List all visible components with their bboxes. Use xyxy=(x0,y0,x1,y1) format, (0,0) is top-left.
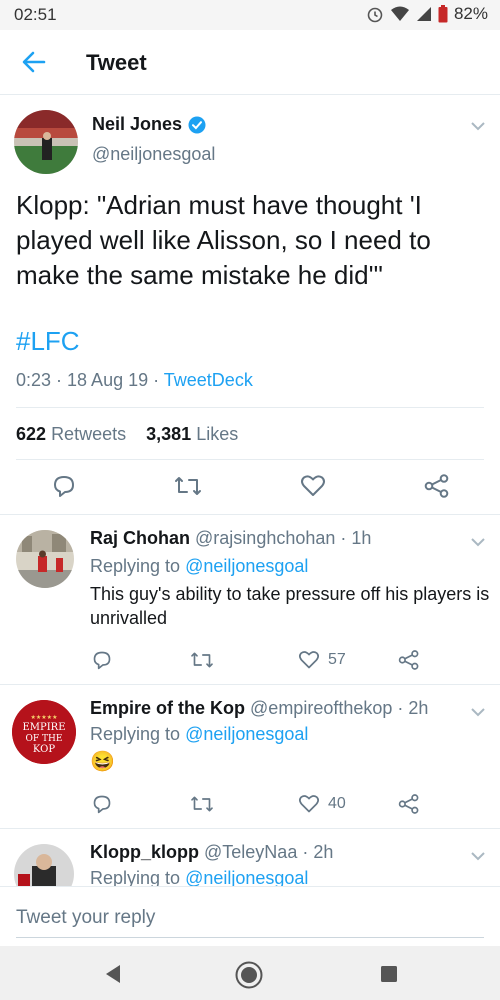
reply-text: This guy's ability to take pressure off … xyxy=(90,584,490,628)
status-bar: 02:51 82% xyxy=(0,0,500,30)
reply-icon[interactable] xyxy=(92,650,112,670)
wifi-icon xyxy=(390,6,409,21)
empire-of-the-kop-logo: ★★★★★ EMPIRE OF THE KOP xyxy=(12,700,76,764)
page-title: Tweet xyxy=(86,50,147,75)
like-icon[interactable] xyxy=(298,650,320,670)
like-count: 57 xyxy=(328,651,346,668)
divider xyxy=(16,459,484,460)
reply-time: · 2h xyxy=(302,842,334,862)
svg-text:EMPIRE: EMPIRE xyxy=(22,722,65,733)
replying-prefix: Replying to xyxy=(90,724,186,744)
likes-stat[interactable]: 3,381 Likes xyxy=(146,424,238,444)
retweets-count: 622 xyxy=(16,424,47,444)
tweet-source-link[interactable]: TweetDeck xyxy=(164,370,253,390)
tweet-meta: 0:23 · 18 Aug 19 · TweetDeck xyxy=(16,370,253,391)
reply-compose-bar[interactable]: Tweet your reply xyxy=(0,886,500,947)
chevron-down-icon[interactable] xyxy=(470,848,486,864)
retweets-label: Retweets xyxy=(51,424,127,444)
replying-to-link[interactable]: @neiljonesgoal xyxy=(185,868,308,886)
reply-author-handle[interactable]: @rajsinghchohan xyxy=(195,528,335,548)
reply-time: · 2h xyxy=(397,698,429,718)
share-icon[interactable] xyxy=(398,794,420,814)
verified-badge-icon xyxy=(188,116,206,133)
reply-input-underline xyxy=(16,937,484,938)
replying-to: Replying to @neiljonesgoal xyxy=(90,556,308,577)
retweet-icon[interactable] xyxy=(174,474,202,498)
chevron-down-icon[interactable] xyxy=(470,704,486,720)
share-icon[interactable] xyxy=(398,650,420,670)
like-icon[interactable] xyxy=(298,794,320,814)
alarm-icon xyxy=(367,7,383,23)
svg-text:KOP: KOP xyxy=(33,744,55,755)
nav-recents-icon[interactable] xyxy=(380,965,398,983)
divider xyxy=(16,407,484,408)
status-icons: 82% xyxy=(366,4,488,24)
likes-count: 3,381 xyxy=(146,424,192,444)
like-action[interactable]: 40 xyxy=(298,794,346,814)
battery-icon xyxy=(438,5,448,23)
tweet-stats: 622 Retweets 3,381 Likes xyxy=(16,424,238,445)
system-nav-bar xyxy=(0,946,500,1000)
reply-input-placeholder[interactable]: Tweet your reply xyxy=(16,907,155,929)
replying-to: Replying to @neiljonesgoal xyxy=(90,724,308,745)
reply-item[interactable]: Klopp_klopp @TeleyNaa · 2h Replying to @… xyxy=(0,828,500,886)
reply-text: 😆 xyxy=(90,751,115,773)
reply-author-name[interactable]: Klopp_klopp xyxy=(90,842,199,862)
battery-level: 82% xyxy=(453,4,488,23)
chevron-down-icon[interactable] xyxy=(470,118,486,134)
nav-home-icon[interactable] xyxy=(234,960,264,990)
retweet-icon[interactable] xyxy=(190,650,214,670)
svg-text:★★★★★: ★★★★★ xyxy=(31,714,58,721)
retweet-icon[interactable] xyxy=(190,794,214,814)
reply-author-handle[interactable]: @empireofthekop xyxy=(250,698,392,718)
reply-header: Klopp_klopp @TeleyNaa · 2h xyxy=(90,842,333,863)
app-bar: Tweet xyxy=(0,30,500,95)
author-handle[interactable]: @neiljonesgoal xyxy=(92,144,215,165)
likes-label: Likes xyxy=(196,424,239,444)
reply-item[interactable]: ★★★★★ EMPIRE OF THE KOP Empire of the Ko… xyxy=(0,684,500,828)
status-time: 02:51 xyxy=(14,5,57,24)
like-action[interactable]: 57 xyxy=(298,650,346,670)
reply-avatar[interactable] xyxy=(16,530,74,588)
reply-icon[interactable] xyxy=(92,794,112,814)
replying-prefix: Replying to xyxy=(90,868,186,886)
reply-time: · 1h xyxy=(340,528,372,548)
chevron-down-icon[interactable] xyxy=(470,534,486,550)
nav-back-icon[interactable] xyxy=(104,964,122,984)
reply-header: Raj Chohan @rajsinghchohan · 1h xyxy=(90,528,371,549)
retweets-stat[interactable]: 622 Retweets xyxy=(16,424,126,444)
like-icon[interactable] xyxy=(300,474,326,498)
signal-icon xyxy=(416,7,431,21)
share-icon[interactable] xyxy=(424,474,450,498)
tweet-text: Klopp: "Adrian must have thought 'I play… xyxy=(16,190,431,290)
reply-author-name[interactable]: Empire of the Kop xyxy=(90,698,245,718)
reply-avatar[interactable]: ★★★★★ EMPIRE OF THE KOP xyxy=(12,700,76,764)
reply-author-handle[interactable]: @TeleyNaa xyxy=(204,842,297,862)
replying-to: Replying to @neiljonesgoal xyxy=(90,868,308,886)
replying-to-link[interactable]: @neiljonesgoal xyxy=(185,724,308,744)
like-count: 40 xyxy=(328,795,346,812)
hashtag-link[interactable]: #LFC xyxy=(16,326,80,357)
author-name[interactable]: Neil Jones xyxy=(92,114,182,135)
tweet-timestamp: 0:23 · 18 Aug 19 · xyxy=(16,370,164,390)
reply-avatar[interactable] xyxy=(14,844,74,886)
reply-author-name[interactable]: Raj Chohan xyxy=(90,528,190,548)
reply-icon[interactable] xyxy=(52,474,76,498)
author-avatar[interactable] xyxy=(14,110,78,174)
reply-header: Empire of the Kop @empireofthekop · 2h xyxy=(90,698,428,719)
replying-to-link[interactable]: @neiljonesgoal xyxy=(185,556,308,576)
back-arrow-icon[interactable] xyxy=(20,48,48,76)
replying-prefix: Replying to xyxy=(90,556,186,576)
reply-item[interactable]: Raj Chohan @rajsinghchohan · 1h Replying… xyxy=(0,514,500,684)
svg-text:OF THE: OF THE xyxy=(26,734,63,744)
